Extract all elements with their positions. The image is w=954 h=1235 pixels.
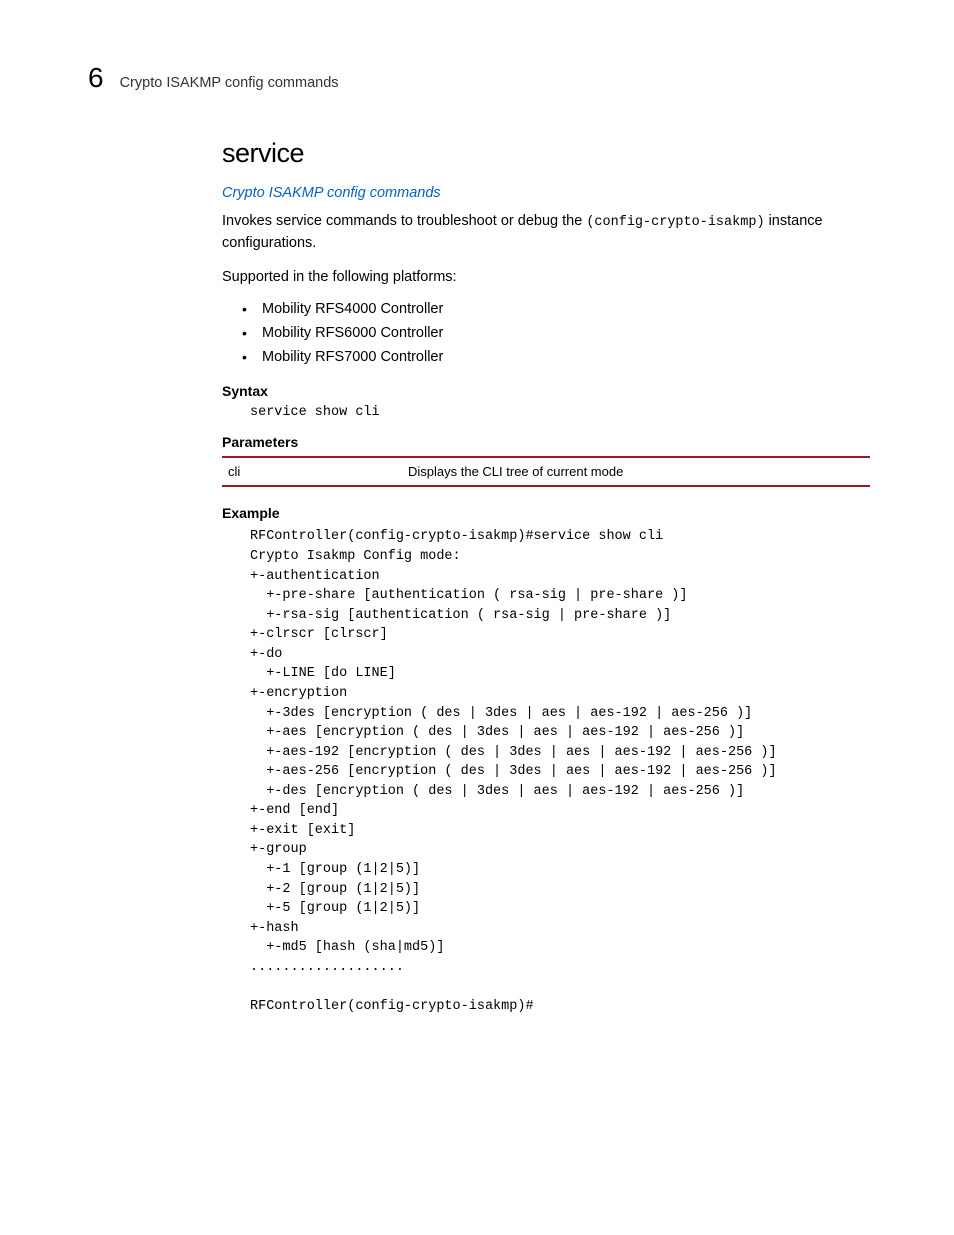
table-row: cli Displays the CLI tree of current mod… [222,457,870,486]
parameters-table: cli Displays the CLI tree of current mod… [222,456,870,487]
intro-paragraph: Invokes service commands to troubleshoot… [222,211,870,253]
intro-pre: Invokes service commands to troubleshoot… [222,213,586,229]
param-desc-cell: Displays the CLI tree of current mode [402,457,870,486]
running-header: 6 Crypto ISAKMP config commands [88,62,339,94]
syntax-code: service show cli [250,405,870,420]
intro-code: (config-crypto-isakmp) [586,215,764,230]
example-heading: Example [222,505,870,521]
syntax-heading: Syntax [222,383,870,399]
list-item: Mobility RFS6000 Controller [242,325,870,341]
list-item: Mobility RFS4000 Controller [242,301,870,317]
platform-list: Mobility RFS4000 Controller Mobility RFS… [242,301,870,365]
supported-text: Supported in the following platforms: [222,267,870,287]
example-code: RFController(config-crypto-isakmp)#servi… [250,527,870,1016]
running-head-text: Crypto ISAKMP config commands [120,75,339,91]
breadcrumb-link[interactable]: Crypto ISAKMP config commands [222,185,870,201]
list-item: Mobility RFS7000 Controller [242,349,870,365]
parameters-heading: Parameters [222,434,870,450]
param-name-cell: cli [222,457,402,486]
chapter-number: 6 [88,62,104,94]
main-content: service Crypto ISAKMP config commands In… [222,138,870,1017]
page-title: service [222,138,870,169]
